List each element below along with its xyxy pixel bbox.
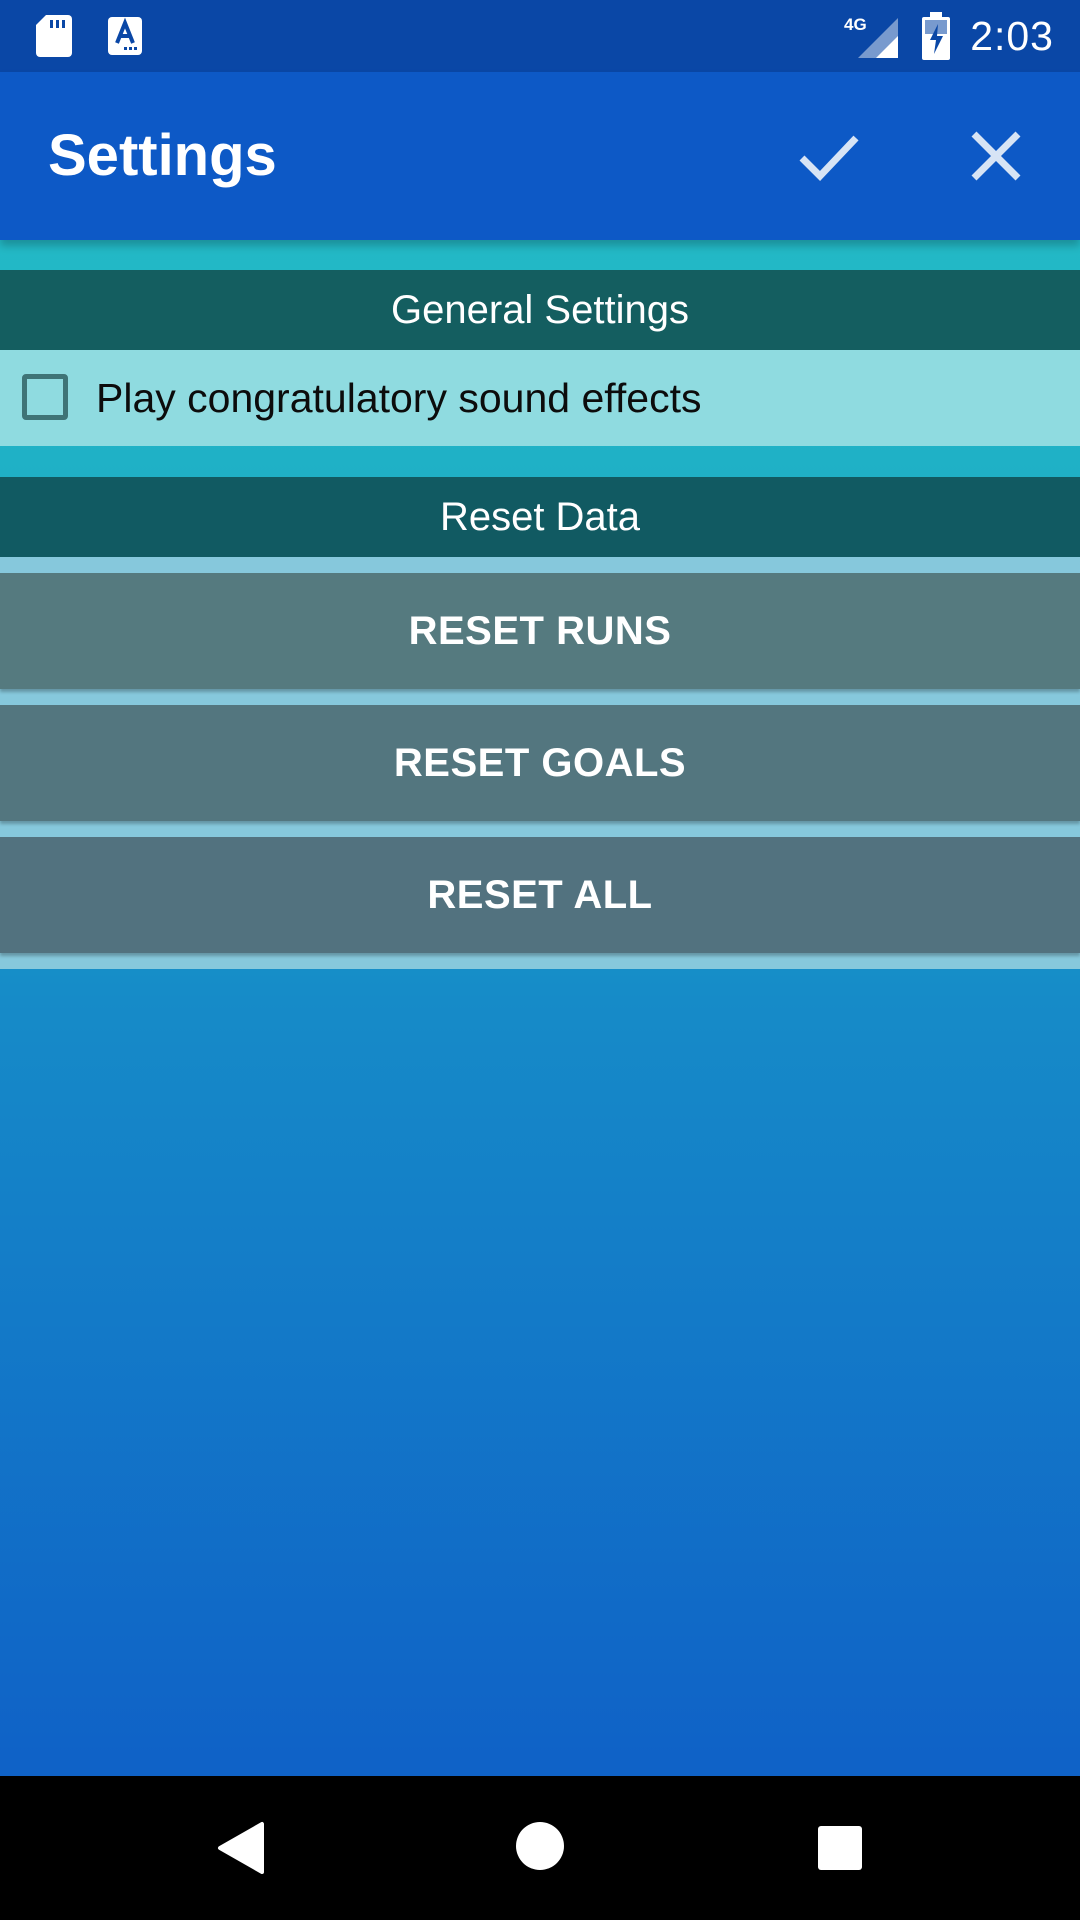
sd-card-icon (36, 15, 72, 57)
recents-icon[interactable] (818, 1826, 862, 1870)
sound-effects-label: Play congratulatory sound effects (96, 375, 702, 421)
reset-goals-button[interactable]: RESET GOALS (0, 705, 1080, 821)
app-bar: Settings (0, 72, 1080, 240)
navigation-bar (0, 1776, 1080, 1920)
back-icon[interactable] (214, 1820, 266, 1876)
page-title: Settings (48, 123, 277, 188)
close-icon[interactable] (956, 116, 1036, 196)
battery-charging-icon (922, 12, 950, 60)
general-settings-header: General Settings (0, 270, 1080, 350)
sound-effects-checkbox[interactable] (22, 374, 68, 420)
reset-runs-button[interactable]: RESET RUNS (0, 573, 1080, 689)
reset-all-button[interactable]: RESET ALL (0, 837, 1080, 953)
status-time: 2:03 (970, 13, 1054, 59)
network-type-label: 4G (844, 15, 867, 34)
home-icon[interactable] (516, 1822, 564, 1870)
sound-effects-setting-row[interactable]: Play congratulatory sound effects (0, 350, 1080, 446)
check-icon[interactable] (788, 116, 868, 196)
signal-icon: 4G (844, 15, 898, 58)
reset-data-header: Reset Data (0, 477, 1080, 557)
keyboard-a-icon (108, 17, 142, 55)
status-bar: 4G 2:03 (0, 0, 1080, 72)
